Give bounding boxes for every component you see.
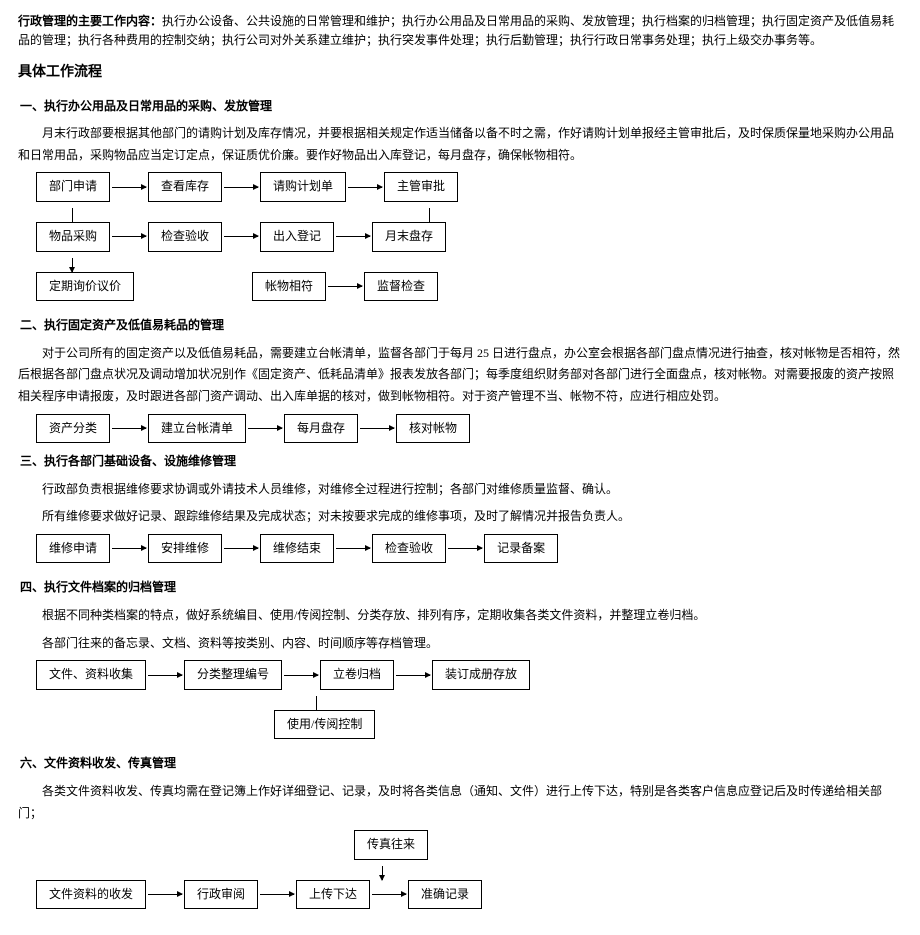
flow-box: 行政审阅 xyxy=(184,880,258,910)
arrow-right-icon xyxy=(148,675,182,676)
arrow-right-icon xyxy=(328,286,362,287)
s2-flow: 资产分类 建立台帐清单 每月盘存 核对帐物 xyxy=(36,414,902,444)
flow-box: 查看库存 xyxy=(148,172,222,202)
s4-flow: 文件、资料收集 分类整理编号 立卷归档 装订成册存放 使用/传阅控制 xyxy=(36,660,902,739)
flow-box: 立卷归档 xyxy=(320,660,394,690)
s6-title: 六、文件资料收发、传真管理 xyxy=(18,753,902,775)
flow-box: 物品采购 xyxy=(36,222,110,252)
flow-box: 维修结束 xyxy=(260,534,334,564)
flow-box: 检查验收 xyxy=(148,222,222,252)
arrow-right-icon xyxy=(448,548,482,549)
flow-box: 上传下达 xyxy=(296,880,370,910)
s2-p1: 对于公司所有的固定资产以及低值易耗品，需要建立台帐清单，监督各部门于每月 25 … xyxy=(18,343,902,408)
s6-p1: 各类文件资料收发、传真均需在登记簿上作好详细登记、记录，及时将各类信息（通知、文… xyxy=(18,781,902,824)
flow-box: 出入登记 xyxy=(260,222,334,252)
flow-box: 文件、资料收集 xyxy=(36,660,146,690)
flow-box: 核对帐物 xyxy=(396,414,470,444)
s1-p1: 月末行政部要根据其他部门的请购计划及库存情况，并要根据相关规定作适当储备以备不时… xyxy=(18,123,902,166)
flow-box: 传真往来 xyxy=(354,830,428,860)
arrow-right-icon xyxy=(348,187,382,188)
flow-box: 安排维修 xyxy=(148,534,222,564)
flow-box: 建立台帐清单 xyxy=(148,414,246,444)
arrow-right-icon xyxy=(284,675,318,676)
flow-box: 监督检查 xyxy=(364,272,438,302)
arrow-right-icon xyxy=(224,236,258,237)
flow-box: 检查验收 xyxy=(372,534,446,564)
arrow-right-icon xyxy=(248,428,282,429)
arrow-right-icon xyxy=(396,675,430,676)
arrow-right-icon xyxy=(112,428,146,429)
s1-title: 一、执行办公用品及日常用品的采购、发放管理 xyxy=(18,96,902,118)
flow-box: 主管审批 xyxy=(384,172,458,202)
flow-box: 部门申请 xyxy=(36,172,110,202)
flow-box: 定期询价议价 xyxy=(36,272,134,302)
arrow-right-icon xyxy=(336,236,370,237)
flow-box: 装订成册存放 xyxy=(432,660,530,690)
flow-box: 准确记录 xyxy=(408,880,482,910)
s3-title: 三、执行各部门基础设备、设施维修管理 xyxy=(18,451,902,473)
s3-p1: 行政部负责根据维修要求协调或外请技术人员维修，对维修全过程进行控制；各部门对维修… xyxy=(18,479,902,501)
s4-p1: 根据不同种类档案的特点，做好系统编目、使用/传阅控制、分类存放、排列有序，定期收… xyxy=(18,605,902,627)
intro-paragraph: 行政管理的主要工作内容：执行办公设备、公共设施的日常管理和维护；执行办公用品及日… xyxy=(18,12,902,50)
main-title: 具体工作流程 xyxy=(18,60,902,85)
s1-flow: 部门申请 查看库存 请购计划单 主管审批 物品采购 检查验收 出入登记 月末盘存… xyxy=(36,172,902,301)
s3-flow: 维修申请 安排维修 维修结束 检查验收 记录备案 xyxy=(36,534,902,564)
flow-box: 记录备案 xyxy=(484,534,558,564)
arrow-right-icon xyxy=(336,548,370,549)
arrow-right-icon xyxy=(260,894,294,895)
s3-p2: 所有维修要求做好记录、跟踪维修结果及完成状态；对未按要求完成的维修事项，及时了解… xyxy=(18,506,902,528)
flow-box: 文件资料的收发 xyxy=(36,880,146,910)
arrow-right-icon xyxy=(148,894,182,895)
flow-box: 分类整理编号 xyxy=(184,660,282,690)
flow-box: 每月盘存 xyxy=(284,414,358,444)
arrow-right-icon xyxy=(224,187,258,188)
s4-title: 四、执行文件档案的归档管理 xyxy=(18,577,902,599)
s2-title: 二、执行固定资产及低值易耗品的管理 xyxy=(18,315,902,337)
flow-box: 帐物相符 xyxy=(252,272,326,302)
flow-box: 月末盘存 xyxy=(372,222,446,252)
arrow-right-icon xyxy=(112,187,146,188)
flow-box: 请购计划单 xyxy=(260,172,346,202)
arrow-right-icon xyxy=(224,548,258,549)
intro-label: 行政管理的主要工作内容： xyxy=(18,14,162,28)
s4-p2: 各部门往来的备忘录、文档、资料等按类别、内容、时间顺序等存档管理。 xyxy=(18,633,902,655)
arrow-right-icon xyxy=(112,236,146,237)
flow-box: 资产分类 xyxy=(36,414,110,444)
arrow-right-icon xyxy=(112,548,146,549)
flow-box: 使用/传阅控制 xyxy=(274,710,375,740)
arrow-right-icon xyxy=(360,428,394,429)
flow-box: 维修申请 xyxy=(36,534,110,564)
arrow-right-icon xyxy=(372,894,406,895)
s6-flow: 传真往来 文件资料的收发 行政审阅 上传下达 准确记录 xyxy=(36,830,902,909)
